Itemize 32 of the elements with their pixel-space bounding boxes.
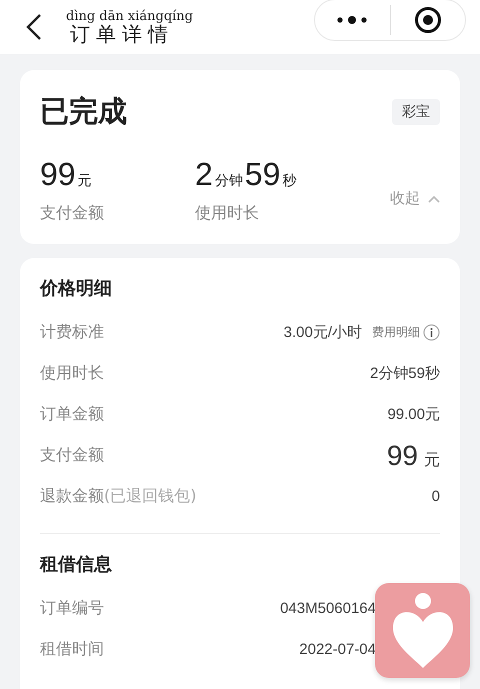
row-label: 租借时间	[40, 639, 104, 660]
fee-detail-link[interactable]: 费用明细	[372, 324, 440, 341]
section-title: 价格明细	[40, 277, 113, 300]
page-title: 订单详情	[70, 24, 174, 44]
row-label: 使用时长	[40, 363, 104, 384]
info-icon	[423, 324, 440, 341]
row-value: 0	[432, 488, 440, 505]
row-value: 2022-07-04	[299, 641, 376, 658]
row-label: 订单编号	[40, 598, 104, 619]
row-value: 2分钟59秒	[370, 364, 440, 383]
chevron-icon	[428, 194, 440, 202]
row-label: 退款金额(已退回钱包)	[40, 486, 196, 507]
row-label: 计费标准	[40, 322, 104, 343]
section-title: 租借信息	[40, 553, 113, 576]
stat-label: 使用时长	[195, 203, 260, 224]
order-status: 已完成	[40, 93, 127, 130]
row-value: 99.00元	[387, 405, 440, 424]
more-icon	[336, 15, 368, 25]
title-pinyin: dìng dān xiángqíng	[66, 10, 193, 23]
row-value: 043M5060164	[280, 600, 376, 617]
stat-label: 支付金额	[40, 203, 105, 224]
row-label: 订单金额	[40, 404, 104, 425]
target-icon	[414, 6, 442, 34]
usage-duration: 2 分钟 59 秒	[195, 156, 298, 193]
row-value: 99 元	[386, 440, 440, 472]
paid-amount: 99 元	[40, 156, 93, 193]
row-label: 支付金额	[40, 445, 104, 466]
back-icon[interactable]	[24, 13, 44, 41]
collapse-toggle[interactable]: 收起	[390, 189, 440, 208]
heart-icon	[390, 592, 454, 670]
category-tag: 彩宝	[392, 99, 440, 125]
row-value: 3.00元/小时	[284, 323, 362, 342]
